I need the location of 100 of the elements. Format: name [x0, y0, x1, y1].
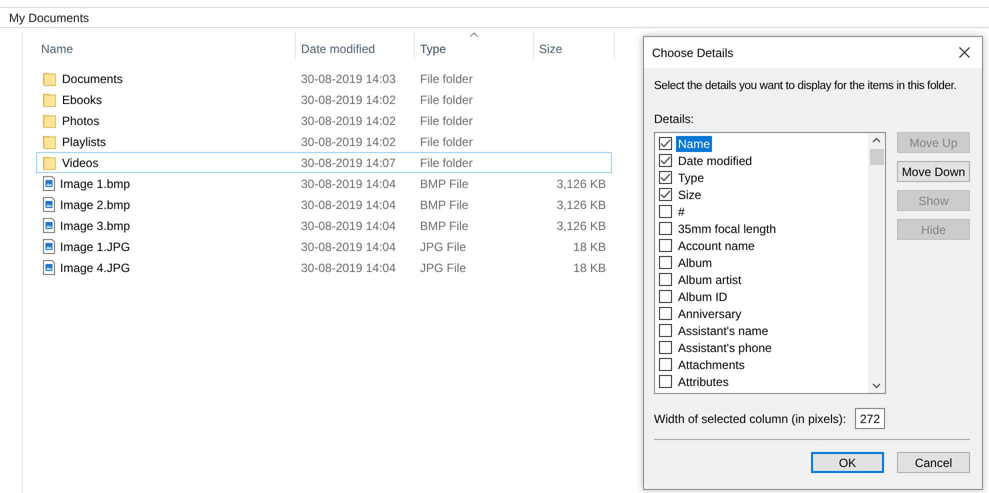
file-size: 3,126 KB	[556, 218, 606, 232]
file-row[interactable]: Image 1.JPG 30-08-2019 14:04 JPG File 18 KB	[36, 236, 612, 257]
file-size: 3,126 KB	[556, 176, 606, 190]
checkbox[interactable]	[659, 205, 672, 218]
file-name: Photos	[62, 114, 100, 128]
file-name: Ebooks	[62, 92, 102, 106]
file-name: Videos	[62, 156, 98, 170]
detail-option[interactable]: 35mm focal length	[676, 220, 778, 236]
file-type: JPG File	[420, 240, 466, 254]
detail-option[interactable]: Anniversary	[676, 306, 744, 322]
file-row[interactable]: Playlists 30-08-2019 14:02 File folder	[36, 131, 612, 152]
checkbox[interactable]	[659, 154, 672, 167]
instructions-text: Select the details you want to display for the items in this folder.	[654, 80, 956, 92]
detail-option[interactable]: Size	[676, 186, 704, 202]
detail-option[interactable]: Album artist	[676, 272, 744, 288]
column-header[interactable]: Name	[36, 32, 296, 59]
detail-option[interactable]: Assistant's name	[676, 322, 770, 338]
column-header[interactable]: Type	[415, 32, 534, 59]
checkbox[interactable]	[659, 188, 672, 201]
folder-icon	[43, 72, 57, 86]
date-modified: 30-08-2019 14:03	[301, 72, 396, 86]
file-type: File folder	[420, 72, 473, 86]
file-type: BMP File	[420, 218, 468, 232]
column-header[interactable]: Date modified	[296, 32, 415, 59]
address-bar[interactable]: My Documents	[0, 7, 989, 28]
date-modified: 30-08-2019 14:02	[301, 92, 396, 106]
detail-option[interactable]: Type	[676, 170, 706, 186]
file-name: Playlists	[62, 134, 106, 148]
image-file-icon	[43, 260, 55, 275]
checkbox[interactable]	[659, 273, 672, 286]
file-size: 18 KB	[573, 240, 606, 254]
file-size: 3,126 KB	[556, 198, 606, 212]
file-row[interactable]: Documents 30-08-2019 14:03 File folder	[36, 68, 612, 89]
width-input-field[interactable]: 272	[855, 408, 885, 429]
file-type: File folder	[420, 92, 473, 106]
file-name: Image 2.bmp	[60, 198, 130, 212]
dialog-button[interactable]: OK	[811, 452, 884, 473]
file-row[interactable]: Image 1.bmp 30-08-2019 14:04 BMP File 3,126 KB	[36, 173, 612, 194]
folder-icon	[43, 92, 57, 106]
checkbox[interactable]	[659, 341, 672, 354]
checkbox[interactable]	[659, 256, 672, 269]
file-name: Image 1.bmp	[60, 176, 130, 190]
checkbox[interactable]	[659, 222, 672, 235]
detail-option[interactable]: Date modified	[676, 152, 754, 168]
checkbox[interactable]	[659, 375, 672, 388]
detail-option[interactable]: Assistant's phone	[676, 340, 774, 356]
scroll-down-icon[interactable]	[872, 383, 881, 389]
checkbox[interactable]	[659, 290, 672, 303]
file-row[interactable]: Image 2.bmp 30-08-2019 14:04 BMP File 3,126 KB	[36, 194, 612, 215]
image-file-icon	[43, 239, 55, 254]
file-type: BMP File	[420, 176, 468, 190]
detail-option[interactable]: Attachments	[676, 356, 747, 372]
checkbox[interactable]	[659, 137, 672, 150]
folder-icon	[43, 114, 57, 128]
file-type: File folder	[420, 156, 473, 170]
dialog-button[interactable]: Move Down	[897, 161, 970, 182]
file-row[interactable]: Image 3.bmp 30-08-2019 14:04 BMP File 3,126 KB	[36, 215, 612, 236]
checkbox[interactable]	[659, 324, 672, 337]
detail-option[interactable]: Attributes	[676, 374, 731, 390]
image-file-icon	[43, 218, 55, 233]
details-label: Details:	[654, 112, 696, 126]
file-type: JPG File	[420, 260, 466, 274]
detail-option[interactable]: Name	[676, 136, 712, 152]
date-modified: 30-08-2019 14:04	[301, 240, 396, 254]
file-row[interactable]: Videos 30-08-2019 14:07 File folder	[36, 152, 612, 173]
file-row[interactable]: Image 4.JPG 30-08-2019 14:04 JPG File 18 KB	[36, 257, 612, 278]
file-type: BMP File	[420, 198, 468, 212]
folder-icon	[43, 134, 57, 148]
file-row[interactable]: Ebooks 30-08-2019 14:02 File folder	[36, 89, 612, 110]
date-modified: 30-08-2019 14:04	[301, 176, 396, 190]
file-name: Image 3.bmp	[60, 218, 130, 232]
date-modified: 30-08-2019 14:07	[301, 156, 396, 170]
scroll-thumb[interactable]	[870, 149, 884, 165]
detail-option[interactable]: Album ID	[676, 288, 730, 304]
date-modified: 30-08-2019 14:02	[301, 114, 396, 128]
file-name: Image 1.JPG	[60, 240, 130, 254]
file-type: File folder	[420, 134, 473, 148]
image-file-icon	[43, 176, 55, 191]
checkbox[interactable]	[659, 239, 672, 252]
width-label: Width of selected column (in pixels):	[654, 412, 846, 426]
detail-option[interactable]: Account name	[676, 238, 757, 254]
file-row[interactable]: Photos 30-08-2019 14:02 File folder	[36, 110, 612, 131]
checkbox[interactable]	[659, 171, 672, 184]
date-modified: 30-08-2019 14:04	[301, 218, 396, 232]
checkbox[interactable]	[659, 307, 672, 320]
file-name: Image 4.JPG	[60, 260, 130, 274]
file-type: File folder	[420, 114, 473, 128]
date-modified: 30-08-2019 14:04	[301, 198, 396, 212]
scroll-up-icon[interactable]	[872, 137, 881, 143]
file-name: Documents	[62, 72, 123, 86]
checkbox[interactable]	[659, 358, 672, 371]
column-header[interactable]: Size	[534, 32, 615, 59]
dialog-button[interactable]: Cancel	[897, 452, 970, 473]
detail-option[interactable]: Album	[676, 254, 714, 270]
image-file-icon	[43, 197, 55, 212]
detail-option[interactable]: #	[676, 204, 687, 220]
sort-caret-icon	[470, 32, 478, 37]
date-modified: 30-08-2019 14:02	[301, 134, 396, 148]
close-icon[interactable]	[959, 47, 970, 58]
scrollbar[interactable]	[868, 133, 885, 393]
